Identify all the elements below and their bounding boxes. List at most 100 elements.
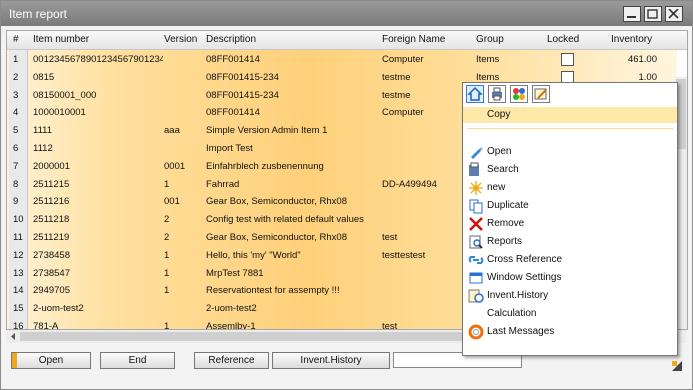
end-button[interactable]: End [100, 352, 175, 369]
row-number[interactable]: 12 [9, 245, 28, 264]
col-header-foreign-name[interactable]: Foreign Name [382, 34, 445, 45]
cell-ver[interactable]: 0001 [164, 161, 204, 172]
cell-desc[interactable]: Assemlby-1 [206, 321, 381, 329]
cell-desc[interactable]: Gear Box, Semiconductor, Rhx08 [206, 196, 381, 207]
cell-item[interactable]: 00123456789012345679012345 [33, 54, 163, 65]
cell-item[interactable]: 2738458 [33, 250, 163, 261]
cell-desc[interactable]: Einfahrblech zusbenennung [206, 161, 381, 172]
cell-foreign[interactable]: test [382, 321, 474, 329]
cell-desc[interactable]: 08FF001414 [206, 107, 381, 118]
cell-ver[interactable]: 1 [164, 250, 204, 261]
cell-item[interactable]: 2511219 [33, 232, 163, 243]
col-header-item-number[interactable]: Item number [33, 34, 89, 45]
row-number[interactable]: 5 [9, 121, 28, 140]
cell-desc[interactable]: Gear Box, Semiconductor, Rhx08 [206, 232, 381, 243]
cell-inventory[interactable]: 461.00 [597, 54, 657, 65]
menu-item-remove[interactable]: Remove [463, 215, 677, 233]
cell-item[interactable]: 2511218 [33, 214, 163, 225]
cell-desc[interactable]: 08FF001414 [206, 54, 381, 65]
cell-ver[interactable]: 1 [164, 321, 204, 329]
row-number[interactable]: 14 [9, 281, 28, 300]
hscroll-thumb[interactable] [20, 332, 520, 341]
menu-item-calculation[interactable]: Calculation [463, 305, 677, 323]
cell-desc[interactable]: 2-uom-test2 [206, 303, 381, 314]
col-header-description[interactable]: Description [206, 34, 256, 45]
open-button[interactable]: Open [11, 352, 91, 369]
col-header-number[interactable]: # [13, 34, 19, 45]
row-number[interactable]: 6 [9, 139, 28, 157]
cell-item[interactable]: 08150001_000 [33, 90, 163, 101]
row-number[interactable]: 1 [9, 50, 28, 68]
reference-button[interactable]: Reference [194, 352, 269, 369]
row-number[interactable]: 8 [9, 174, 28, 193]
cell-ver[interactable]: 1 [164, 268, 204, 279]
cell-item[interactable]: 781-A [33, 321, 163, 329]
col-header-version[interactable]: Version [164, 34, 197, 45]
cell-item[interactable]: 2949705 [33, 285, 163, 296]
cell-ver[interactable]: 2 [164, 232, 204, 243]
row-number[interactable]: 3 [9, 85, 28, 104]
row-number[interactable]: 13 [9, 263, 28, 282]
cell-desc[interactable]: 08FF001415-234 [206, 90, 381, 101]
locked-checkbox[interactable] [561, 53, 574, 66]
cell-desc[interactable]: Reservationtest for assempty !!! [206, 285, 381, 296]
cell-foreign[interactable]: Computer [382, 107, 474, 118]
row-number[interactable]: 2 [9, 67, 28, 86]
home-icon[interactable] [466, 85, 484, 103]
row-number[interactable]: 11 [9, 228, 28, 246]
cell-item[interactable]: 1111 [33, 125, 163, 136]
menu-item-open[interactable]: Open [463, 143, 677, 161]
cell-foreign[interactable]: testtestest [382, 250, 474, 261]
menu-item-cross-reference[interactable]: Cross Reference [463, 251, 677, 269]
cell-item[interactable]: 2738547 [33, 268, 163, 279]
menu-item-window-settings[interactable]: Window Settings [463, 269, 677, 287]
menu-item-duplicate[interactable]: Duplicate [463, 197, 677, 215]
cell-foreign[interactable]: test [382, 232, 474, 243]
cell-desc[interactable]: MrpTest 7881 [206, 268, 381, 279]
cell-item[interactable]: 2000001 [33, 161, 163, 172]
cell-ver[interactable]: aaa [164, 125, 204, 136]
menu-item-new[interactable]: new [463, 179, 677, 197]
cell-item[interactable]: 1000010001 [33, 107, 163, 118]
cell-desc[interactable]: Hello, this 'my' "World" [206, 250, 381, 261]
invent-history-button[interactable]: Invent.History [272, 352, 390, 369]
printer-icon[interactable] [488, 85, 506, 103]
maximize-button[interactable] [644, 6, 662, 22]
cell-ver[interactable]: 001 [164, 196, 204, 207]
cell-item[interactable]: 2511215 [33, 179, 163, 190]
menu-item-last-messages[interactable]: Last Messages [463, 323, 677, 341]
menu-item-search[interactable]: Search [463, 161, 677, 179]
cell-foreign[interactable]: DD-A499494 [382, 179, 474, 190]
cell-desc[interactable]: Config test with related default values [206, 214, 381, 225]
cell-foreign[interactable]: testme [382, 72, 474, 83]
edit-form-icon[interactable] [532, 85, 550, 103]
cell-desc[interactable]: Simple Version Admin Item 1 [206, 125, 381, 136]
table-row[interactable]: 1 00123456789012345679012345 08FF001414 Com… [7, 50, 677, 68]
cell-item[interactable]: 2-uom-test2 [33, 303, 163, 314]
cell-group[interactable]: Items [476, 54, 546, 65]
cell-desc[interactable]: Import Test [206, 143, 381, 154]
col-header-locked[interactable]: Locked [547, 34, 579, 45]
row-number[interactable]: 4 [9, 103, 28, 122]
row-number[interactable]: 10 [9, 210, 28, 229]
minimize-button[interactable] [623, 6, 641, 22]
close-button[interactable] [665, 6, 683, 22]
palette-icon[interactable] [510, 85, 528, 103]
cell-ver[interactable]: 1 [164, 179, 204, 190]
cell-ver[interactable]: 1 [164, 285, 204, 296]
cell-ver[interactable]: 2 [164, 214, 204, 225]
cell-foreign[interactable]: testme [382, 90, 474, 101]
row-number[interactable]: 15 [9, 299, 28, 318]
row-number[interactable]: 7 [9, 156, 28, 175]
col-header-inventory[interactable]: Inventory [611, 34, 652, 45]
menu-item-copy[interactable]: Copy [463, 107, 677, 123]
col-header-group[interactable]: Group [476, 34, 504, 45]
resize-grip-icon[interactable] [670, 359, 684, 373]
cell-item[interactable]: 1112 [33, 143, 163, 154]
cell-item[interactable]: 2511216 [33, 196, 163, 207]
menu-item-reports[interactable]: Reports [463, 233, 677, 251]
row-number[interactable]: 9 [9, 192, 28, 211]
cell-foreign[interactable]: Computer [382, 54, 474, 65]
cell-desc[interactable]: Fahrrad [206, 179, 381, 190]
menu-item-invent-history[interactable]: Invent.History [463, 287, 677, 305]
